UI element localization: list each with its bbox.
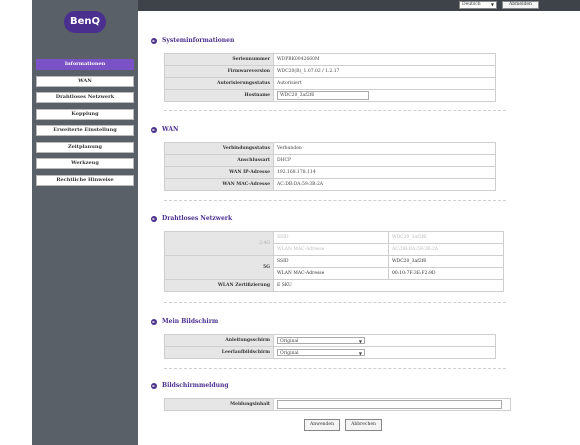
divider: [164, 368, 506, 369]
row-label: WAN MAC-Adresse: [164, 178, 274, 191]
row-value: [273, 398, 511, 411]
table-row: WLAN Zertifizierung E SKU: [164, 279, 504, 292]
row-label: SSID: [273, 231, 389, 244]
row-label: Anschlussart: [164, 154, 274, 167]
row-value: Original ▼: [273, 334, 496, 347]
row-value: Autorisiert: [273, 77, 496, 90]
chevron-down-icon: ▼: [490, 2, 494, 7]
table-row: 5G SSID WDC20_3af2f6: [164, 255, 504, 280]
section-header-screen[interactable]: ► Mein Bildschirm: [151, 318, 218, 325]
row-value: AC:DB:DA:59:3B:2A: [273, 178, 496, 191]
row-label: Anleitungsschirm: [164, 334, 274, 347]
section-title: WAN: [162, 126, 179, 133]
collapse-icon: ►: [151, 215, 157, 222]
row-value: 00:10:7F:3E:F2:9D: [388, 267, 504, 280]
row-label: SSID: [273, 255, 389, 268]
sidebar-item-drahtloses-netzwerk[interactable]: Drahtloses Netzwerk: [36, 92, 134, 103]
sidebar-item-wan[interactable]: WAN: [36, 75, 134, 87]
collapse-icon: ►: [151, 382, 157, 389]
section-header-system[interactable]: ► Systeminformationen: [151, 37, 234, 44]
row-label: Leerlaufbildschirm: [164, 346, 274, 359]
top-bar: Deutsch ▼ Abmelden: [138, 0, 580, 11]
table-row: WAN IP-Adresse 192.168.178.114: [164, 166, 496, 179]
row-value: WDC20(R)_1.07.02 / 1.2.17: [273, 65, 496, 78]
collapse-icon: ►: [151, 126, 157, 133]
row-label: WAN IP-Adresse: [164, 166, 274, 179]
divider: [164, 302, 506, 303]
sidebar-item-werkzeug[interactable]: Werkzeug: [36, 158, 134, 169]
row-label: Seriennummer: [164, 53, 274, 66]
table-row: Hostname WDC20_3af2f6: [164, 89, 496, 102]
benq-logo: BenQ: [64, 11, 106, 33]
collapse-icon: ►: [151, 318, 157, 325]
divider: [164, 110, 506, 111]
message-input[interactable]: [277, 400, 502, 409]
chevron-down-icon: ▼: [358, 339, 362, 344]
row-value: Original ▼: [273, 346, 496, 359]
section-header-wireless[interactable]: ► Drahtloses Netzwerk: [151, 215, 232, 222]
row-label: Hostname: [164, 89, 274, 102]
row-value: 192.168.178.114: [273, 166, 496, 179]
table-row: Anleitungsschirm Original ▼: [164, 334, 496, 347]
table-row: Verbindungsstatus Verbunden: [164, 142, 496, 155]
sidebar-item-zeitplanung[interactable]: Zeitplanung: [36, 141, 134, 153]
row-value: AC:DB:DA:59:3B:2A: [388, 243, 504, 256]
select-value: Original: [280, 351, 299, 356]
system-info-table: Seriennummer WDPBK0042660M Firmwareversio…: [164, 53, 496, 102]
row-value: WDPBK0042660M: [273, 53, 496, 66]
message-table: Meldungsinhalt: [164, 398, 511, 411]
select-value: Original: [280, 339, 299, 344]
wan-info-table: Verbindungsstatus Verbunden Anschlussart D…: [164, 142, 496, 191]
idle-screen-select[interactable]: Original ▼: [277, 349, 365, 356]
row-label: Autorisierungsstatus: [164, 77, 274, 90]
section-header-wan[interactable]: ► WAN: [151, 126, 179, 133]
table-row: Meldungsinhalt: [164, 398, 511, 411]
language-value: Deutsch: [462, 2, 481, 7]
sidebar-item-informationen[interactable]: Informationen: [36, 59, 134, 70]
row-label: Firmwareversion: [164, 65, 274, 78]
divider: [164, 200, 506, 201]
row-label: WLAN MAC-Adresse: [273, 243, 389, 256]
section-title: Systeminformationen: [162, 37, 235, 44]
table-row: Anschlussart DHCP: [164, 154, 496, 167]
guide-screen-select[interactable]: Original ▼: [277, 337, 365, 344]
row-value: WDC20_3af2f6: [388, 255, 504, 268]
band-label-5g: 5G: [164, 255, 274, 280]
section-header-message[interactable]: ► Bildschirmmeldung: [151, 382, 229, 389]
row-label: Verbindungsstatus: [164, 142, 274, 155]
row-value: Verbunden: [273, 142, 496, 155]
wireless-info-table: 2.4G SSID WDC20_3af2f6 WLAN MAC-Adresse …: [164, 231, 504, 292]
sidebar-item-rechtliche-hinweise[interactable]: Rechtliche Hinweise: [36, 174, 134, 186]
table-row: WAN MAC-Adresse AC:DB:DA:59:3B:2A: [164, 178, 496, 191]
section-title: Bildschirmmeldung: [162, 382, 229, 389]
row-label: Meldungsinhalt: [164, 398, 274, 411]
band-label-2-4g: 2.4G: [164, 231, 274, 256]
row-value: WDC20_3af2f6: [273, 89, 496, 102]
sidebar-nav: Informationen WAN Drahtloses Netzwerk Ko…: [36, 59, 134, 191]
hostname-input[interactable]: WDC20_3af2f6: [277, 91, 369, 100]
page-margin: [0, 0, 32, 445]
section-title: Mein Bildschirm: [162, 318, 219, 325]
chevron-down-icon: ▼: [358, 351, 362, 356]
main-content: Deutsch ▼ Abmelden ► Systeminformationen …: [138, 0, 580, 445]
table-row: 2.4G SSID WDC20_3af2f6: [164, 231, 504, 256]
table-row: Autorisierungsstatus Autorisiert: [164, 77, 496, 90]
row-label: WLAN Zertifizierung: [164, 279, 274, 292]
sidebar-item-kopplung[interactable]: Kopplung: [36, 108, 134, 120]
table-row: Leerlaufbildschirm Original ▼: [164, 346, 496, 359]
screen-settings-table: Anleitungsschirm Original ▼ Leerlaufbilds…: [164, 334, 496, 359]
row-value: E SKU: [273, 279, 504, 292]
logout-button[interactable]: Abmelden: [502, 1, 539, 9]
language-select[interactable]: Deutsch ▼: [459, 1, 497, 9]
table-row: Seriennummer WDPBK0042660M: [164, 53, 496, 66]
section-title: Drahtloses Netzwerk: [162, 215, 233, 222]
sidebar-item-erweiterte-einstellung[interactable]: Erweiterte Einstellung: [36, 125, 134, 136]
table-row: Firmwareversion WDC20(R)_1.07.02 / 1.2.17: [164, 65, 496, 78]
cancel-button[interactable]: Abbrechen: [345, 419, 382, 431]
row-value: WDC20_3af2f6: [388, 231, 504, 244]
row-value: DHCP: [273, 154, 496, 167]
apply-button[interactable]: Anwenden: [304, 419, 340, 431]
row-label: WLAN MAC-Adresse: [273, 267, 389, 280]
collapse-icon: ►: [151, 37, 157, 44]
